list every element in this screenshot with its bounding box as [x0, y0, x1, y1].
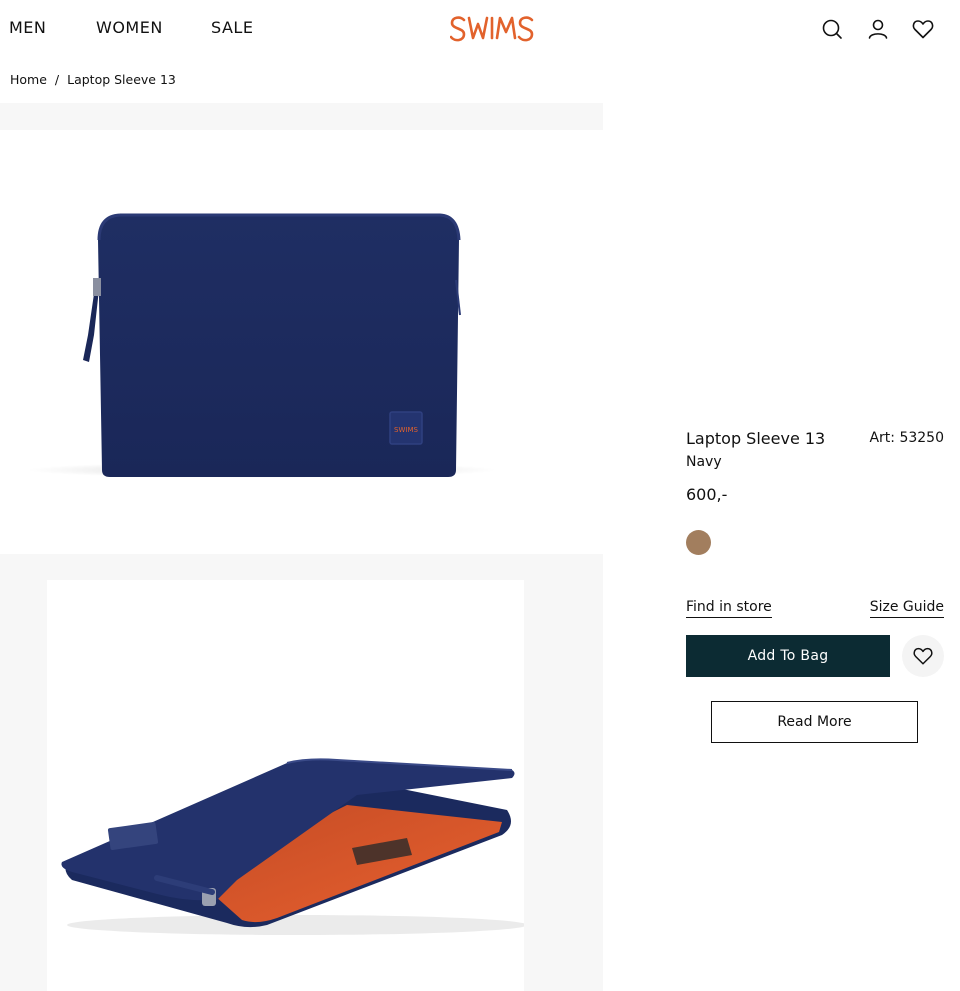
nav-men[interactable]: MEN	[9, 18, 46, 37]
wishlist-icon[interactable]	[911, 17, 935, 41]
find-in-store-link[interactable]: Find in store	[686, 599, 772, 618]
breadcrumb-current: Laptop Sleeve 13	[67, 72, 176, 87]
add-to-bag-button[interactable]: Add To Bag	[686, 635, 890, 677]
brand-logo[interactable]	[449, 14, 546, 44]
product-image-open[interactable]	[47, 580, 527, 991]
breadcrumb-home[interactable]: Home	[10, 72, 47, 87]
breadcrumb: Home / Laptop Sleeve 13	[10, 72, 180, 87]
breadcrumb-separator: /	[54, 72, 60, 87]
nav-women[interactable]: WOMEN	[96, 18, 163, 37]
site-header: MEN WOMEN SALE	[0, 0, 960, 58]
add-to-wishlist-button[interactable]	[902, 635, 944, 677]
product-article-number: Art: 53250	[869, 430, 944, 446]
read-more-button[interactable]: Read More	[711, 701, 918, 743]
color-swatch[interactable]	[686, 530, 711, 555]
size-guide-link[interactable]: Size Guide	[869, 599, 944, 618]
laptop-sleeve-front-image: SWIMS	[27, 213, 497, 478]
swims-logo-mark	[449, 16, 534, 42]
product-color-name: Navy	[686, 454, 722, 470]
nav-sale[interactable]: SALE	[211, 18, 253, 37]
product-price: 600,-	[686, 485, 728, 504]
product-logo-patch: SWIMS	[394, 426, 418, 434]
product-name: Laptop Sleeve 13	[686, 429, 826, 448]
laptop-sleeve-open-image	[61, 758, 527, 935]
search-icon[interactable]	[820, 17, 844, 41]
product-gallery: SWIMS	[0, 103, 603, 991]
heart-icon	[913, 647, 933, 665]
product-image-front[interactable]: SWIMS	[0, 130, 603, 554]
account-icon[interactable]	[866, 17, 890, 41]
